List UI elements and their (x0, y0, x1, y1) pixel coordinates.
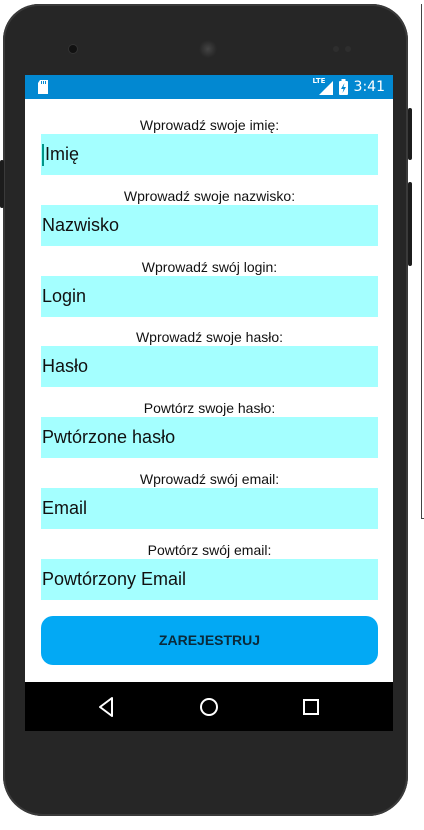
login-placeholder: Login (42, 286, 87, 306)
recents-icon[interactable] (298, 694, 324, 720)
front-camera (69, 45, 77, 53)
email-group: Wprowadź swój email: Email (41, 470, 378, 529)
power-button (408, 108, 412, 160)
text-cursor (42, 144, 44, 167)
light-sensor (345, 46, 351, 52)
login-label: Wprowadź swój login: (141, 259, 278, 275)
email-repeat-group: Powtórz swój email: Powtórzony Email (41, 541, 378, 600)
signal-icon (318, 81, 333, 95)
first-name-placeholder: Imię (45, 144, 80, 164)
password-repeat-placeholder: Pwtórzone hasło (42, 427, 176, 447)
password-repeat-group: Powtórz swoje hasło: Pwtórzone hasło (41, 399, 378, 458)
battery-charging-icon (338, 79, 348, 95)
sd-card-icon (38, 80, 48, 94)
screen: LTE 3:41 Wprowadź swoje imię: Imię Wprow… (25, 75, 393, 731)
email-repeat-placeholder: Powtórzony Email (42, 569, 187, 589)
status-bar: LTE 3:41 (25, 75, 393, 99)
login-group: Wprowadź swój login: Login (41, 258, 378, 317)
password-repeat-input[interactable]: Pwtórzone hasło (41, 417, 378, 458)
password-placeholder: Hasło (42, 356, 89, 376)
clock: 3:41 (353, 79, 385, 95)
phone-frame: LTE 3:41 Wprowadź swoje imię: Imię Wprow… (0, 4, 412, 816)
email-placeholder: Email (42, 498, 88, 518)
email-repeat-label: Powtórz swój email: (147, 542, 272, 558)
first-name-label: Wprowadź swoje imię: (139, 117, 280, 133)
email-input[interactable]: Email (41, 488, 378, 529)
signal-indicator: LTE (313, 77, 333, 95)
login-input[interactable]: Login (41, 276, 378, 317)
back-icon[interactable] (93, 694, 119, 720)
volume-button (408, 182, 412, 266)
first-name-group: Wprowadź swoje imię: Imię (41, 116, 378, 175)
register-button[interactable]: ZAREJESTRUJ (41, 616, 378, 665)
last-name-label: Wprowadź swoje nazwisko: (123, 188, 296, 204)
password-repeat-label: Powtórz swoje hasło: (143, 400, 276, 416)
password-group: Wprowadź swoje hasło: Hasło (41, 328, 378, 387)
email-repeat-input[interactable]: Powtórzony Email (41, 559, 378, 600)
last-name-group: Wprowadź swoje nazwisko: Nazwisko (41, 187, 378, 246)
password-label: Wprowadź swoje hasło: (135, 329, 284, 345)
email-label: Wprowadź swój email: (139, 471, 280, 487)
home-icon[interactable] (196, 694, 222, 720)
last-name-placeholder: Nazwisko (42, 215, 120, 235)
password-input[interactable]: Hasło (41, 346, 378, 387)
first-name-input[interactable]: Imię (41, 134, 378, 175)
side-key (0, 160, 4, 208)
status-icons: LTE 3:41 (313, 77, 385, 96)
last-name-input[interactable]: Nazwisko (41, 205, 378, 246)
earpiece-speaker (199, 40, 217, 58)
proximity-sensor (333, 46, 339, 52)
navigation-bar (25, 682, 393, 731)
